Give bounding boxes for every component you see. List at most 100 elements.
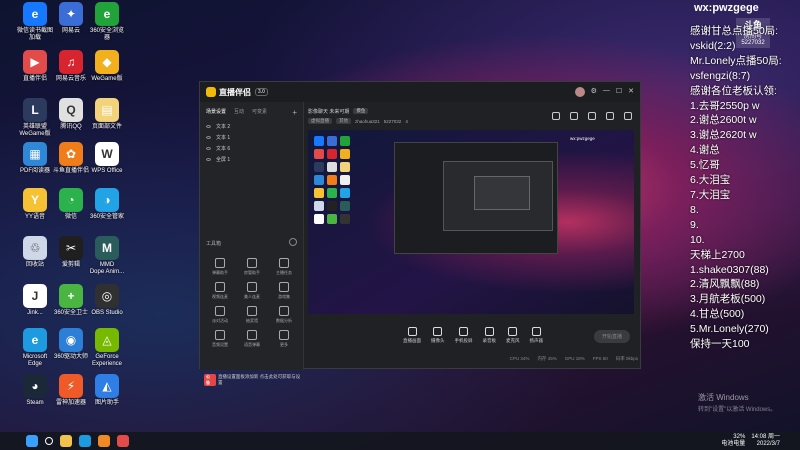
- chat-line: vsfengzi(8:7): [690, 69, 751, 82]
- tool-item[interactable]: 更多: [268, 330, 300, 348]
- tool-item[interactable]: 抽奖墙: [236, 306, 268, 324]
- control-button[interactable]: 录音板: [483, 326, 496, 344]
- desktop-icon[interactable]: ◕ Steam: [18, 374, 52, 418]
- visibility-icon[interactable]: [206, 158, 211, 161]
- control-label: 摄像头: [431, 337, 445, 343]
- chat-line: 5.忆哥: [690, 159, 720, 172]
- add-source-icon[interactable]: +: [292, 108, 297, 117]
- tool-item[interactable]: 主播任务: [268, 258, 300, 276]
- notice-bar[interactable]: 公告 直播设置面板添加新 点击此处可获取与设置: [204, 374, 304, 386]
- tab-interact[interactable]: 互动: [234, 108, 244, 117]
- desktop-icon[interactable]: Q 腾讯QQ: [54, 98, 88, 142]
- control-button[interactable]: 直播画面: [403, 326, 421, 344]
- desktop-icon[interactable]: ◑ 360安全管家: [90, 188, 124, 232]
- start-live-button[interactable]: 开始直播: [593, 330, 630, 343]
- tool-item[interactable]: 语音弹幕: [236, 330, 268, 348]
- taskbar-file-explorer-icon[interactable]: [60, 435, 72, 447]
- desktop-icon[interactable]: ⚡ 雷神加速器: [54, 374, 88, 418]
- stream-title[interactable]: 影像聊天 未来可期: [308, 108, 349, 115]
- desktop-icon[interactable]: ♫ 网易云音乐: [54, 50, 88, 94]
- tool-item[interactable]: 游戏集: [268, 282, 300, 300]
- desktop-app-icon: ◕: [23, 374, 47, 398]
- stream-subcategory[interactable]: 其他: [336, 118, 351, 124]
- preview-nested-window: [394, 142, 558, 254]
- control-icon: [484, 326, 494, 336]
- scene-item[interactable]: 文本 2: [200, 121, 303, 132]
- desktop-icon[interactable]: W WPS Office: [90, 142, 124, 186]
- scene-item[interactable]: 文本 1: [200, 132, 303, 143]
- tool-item[interactable]: 美人连麦: [236, 282, 268, 300]
- desktop-icon[interactable]: ▶ 直播伴侣: [18, 50, 52, 94]
- stream-preview[interactable]: wx:pwzgege: [308, 130, 634, 314]
- settings-icon[interactable]: ⚙: [591, 87, 597, 97]
- taskbar-edge-icon[interactable]: [79, 435, 91, 447]
- tool-item[interactable]: 音频设置: [204, 330, 236, 348]
- control-button[interactable]: 扬声器: [530, 326, 543, 344]
- desktop-icon[interactable]: ▦ PDF阅读器: [18, 142, 52, 186]
- chat-line: 天梯上2700: [690, 248, 745, 261]
- desktop-icon[interactable]: ◎ OBS Studio: [90, 284, 124, 328]
- stream-category[interactable]: 虚拟直播: [308, 118, 332, 124]
- desktop-icon[interactable]: e 微信读书截图 加载: [17, 2, 53, 46]
- tool-label: 主播任务: [276, 270, 292, 275]
- desktop-icon[interactable]: ♲ 回收站: [18, 236, 52, 280]
- desktop-icon[interactable]: +360安全卫士: [54, 284, 88, 328]
- desktop-icon[interactable]: ✿ 斗鱼直播伴侣: [53, 142, 89, 186]
- share-icon[interactable]: [624, 112, 632, 120]
- visibility-icon[interactable]: [206, 136, 211, 139]
- tool-item[interactable]: 数据分析: [268, 306, 300, 324]
- clock[interactable]: 14:08 周一 2022/3/7: [751, 434, 780, 448]
- control-button[interactable]: 手机投屏: [455, 326, 473, 344]
- taskbar: [0, 432, 800, 450]
- scene-item[interactable]: 全屏 1: [200, 154, 303, 165]
- desktop-icon[interactable]: ◬ GeForce Experience: [90, 328, 124, 372]
- desktop-app-icon: ✿: [59, 142, 83, 166]
- tool-icon: [215, 306, 225, 316]
- tool-item[interactable]: 视频连麦: [204, 282, 236, 300]
- notice-text: 直播设置面板添加新 点击此处可获取与设置: [217, 374, 301, 385]
- desktop-icon[interactable]: ◆ WeGame版: [90, 50, 124, 94]
- taskbar-search-icon[interactable]: [45, 437, 53, 445]
- task-icon[interactable]: [570, 112, 578, 120]
- tool-item[interactable]: 房管助手: [236, 258, 268, 276]
- tab-scene[interactable]: 场景设置: [206, 108, 226, 117]
- desktop-icon[interactable]: Y YY语音: [18, 188, 52, 232]
- tool-item[interactable]: 派对活动: [204, 306, 236, 324]
- minimize-icon[interactable]: —: [603, 87, 610, 97]
- tool-item[interactable]: 弹幕助手: [204, 258, 236, 276]
- desktop-icon-label: PDF阅读器: [19, 168, 50, 174]
- scene-item[interactable]: 文本 6: [200, 143, 303, 154]
- desktop-icon[interactable]: ▤ 页面部文件: [90, 98, 124, 142]
- desktop-icon[interactable]: ◉ 360驱动大师: [54, 328, 88, 372]
- shop-icon[interactable]: [552, 112, 560, 120]
- control-button[interactable]: 麦克风: [506, 326, 520, 344]
- message-icon[interactable]: [606, 112, 614, 120]
- desktop-icon[interactable]: J Jink...: [18, 284, 52, 328]
- maximize-icon[interactable]: ☐: [616, 87, 622, 97]
- visibility-icon[interactable]: [206, 147, 211, 150]
- taskbar-live-companion-icon[interactable]: [117, 435, 129, 447]
- desktop-icon[interactable]: e 360安全浏览 器: [90, 2, 124, 46]
- avatar[interactable]: [574, 87, 585, 97]
- close-icon[interactable]: ✕: [628, 87, 634, 97]
- desktop-icon[interactable]: ◔ 微信: [54, 188, 88, 232]
- desktop-icon[interactable]: M MMD Dope Anim...: [90, 236, 124, 280]
- desktop-icon[interactable]: ◭ 图片助手: [90, 374, 124, 418]
- taskbar-windows-start-icon[interactable]: [26, 435, 38, 447]
- stream-tag[interactable]: 摸鱼: [353, 108, 369, 114]
- bell-icon[interactable]: [588, 112, 596, 120]
- control-button[interactable]: 摄像头: [431, 326, 445, 344]
- desktop-icon[interactable]: L 英雄联盟 WeGame版: [18, 98, 52, 142]
- desktop-icon-label: 英雄联盟 WeGame版: [19, 124, 51, 137]
- battery[interactable]: 32% 电池电量: [721, 434, 745, 448]
- control-label: 直播画面: [403, 337, 421, 343]
- toolbox-settings-icon[interactable]: [289, 238, 297, 246]
- desktop-app-icon: W: [95, 142, 119, 166]
- visibility-icon[interactable]: [206, 125, 211, 128]
- desktop-icon[interactable]: ✂ 爱剪辑: [54, 236, 88, 280]
- desktop-icon[interactable]: ✦ 网易云: [54, 2, 88, 46]
- tab-variable[interactable]: 可变素: [252, 108, 267, 117]
- control-icon: [433, 326, 443, 336]
- taskbar-browser-icon[interactable]: [98, 435, 110, 447]
- desktop-icon[interactable]: e Microsoft Edge: [18, 328, 52, 372]
